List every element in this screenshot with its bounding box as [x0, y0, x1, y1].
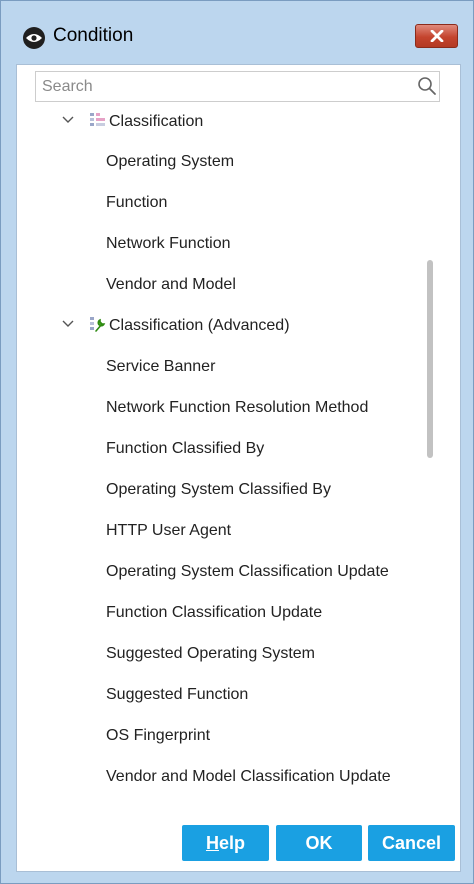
tree-group-classification-advanced[interactable]: Classification (Advanced) — [17, 311, 437, 341]
tree-item-os-fingerprint[interactable]: OS Fingerprint — [106, 727, 210, 745]
close-x-icon — [430, 30, 443, 42]
help-mnemonic: H — [205, 832, 219, 853]
help-label-rest: elp — [218, 832, 245, 853]
tree-item-vendor-and-model[interactable]: Vendor and Model — [106, 276, 236, 294]
tree-group-classification[interactable]: Classification — [17, 107, 437, 137]
tree-item-service-banner[interactable]: Service Banner — [106, 358, 215, 376]
tree-item-network-function[interactable]: Network Function — [106, 235, 231, 253]
search-box — [35, 71, 440, 102]
tree-item-suggested-function[interactable]: Suggested Function — [106, 686, 248, 704]
window-title: Condition — [53, 25, 134, 46]
search-input[interactable] — [36, 72, 406, 101]
close-button[interactable] — [415, 24, 458, 48]
scrollbar-thumb[interactable] — [427, 260, 433, 458]
eye-icon — [23, 27, 45, 49]
search-icon[interactable] — [417, 76, 437, 96]
tree-group-label: Classification — [109, 113, 204, 130]
tree-item-function[interactable]: Function — [106, 194, 167, 212]
tree-item-suggested-operating-system[interactable]: Suggested Operating System — [106, 645, 315, 663]
title-bar[interactable]: Condition — [1, 1, 473, 63]
tree-item-operating-system-classification-update[interactable]: Operating System Classification Update — [106, 563, 389, 581]
advanced-classification-wrench-icon — [90, 317, 106, 332]
tree-item-network-function-resolution-method[interactable]: Network Function Resolution Method — [106, 399, 368, 417]
tree-item-operating-system-classified-by[interactable]: Operating System Classified By — [106, 481, 331, 499]
classification-icon — [90, 113, 105, 126]
condition-tree: Classification Operating System Function… — [17, 105, 437, 800]
tree-item-http-user-agent[interactable]: HTTP User Agent — [106, 522, 231, 540]
tree-item-vendor-and-model-classification-update[interactable]: Vendor and Model Classification Update — [106, 768, 391, 786]
help-button[interactable]: Help — [182, 825, 269, 861]
dialog-content: Classification Operating System Function… — [16, 64, 461, 872]
tree-group-label: Classification (Advanced) — [109, 317, 290, 334]
tree-item-function-classified-by[interactable]: Function Classified By — [106, 440, 264, 458]
chevron-down-icon[interactable] — [62, 320, 74, 328]
ok-button[interactable]: OK — [276, 825, 362, 861]
tree-item-function-classification-update[interactable]: Function Classification Update — [106, 604, 322, 622]
cancel-button[interactable]: Cancel — [368, 825, 455, 861]
condition-dialog: Condition Search Classification Operatin… — [0, 0, 474, 884]
tree-item-operating-system[interactable]: Operating System — [106, 153, 234, 171]
chevron-down-icon[interactable] — [62, 116, 74, 124]
